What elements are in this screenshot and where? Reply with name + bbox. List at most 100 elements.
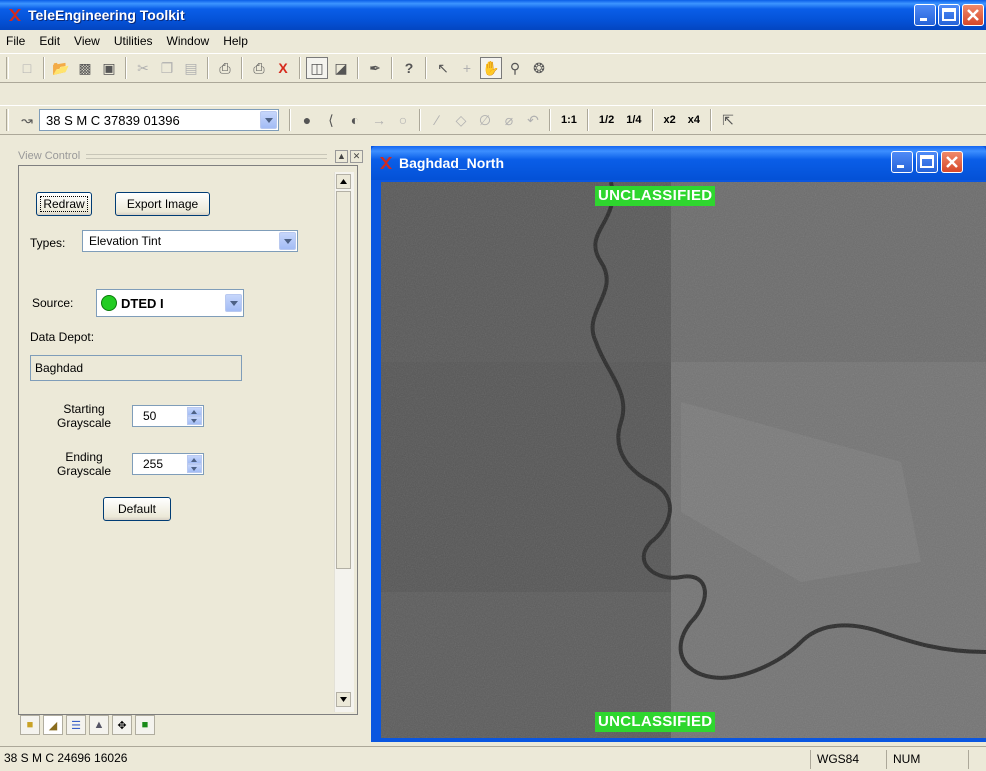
menu-bar: File Edit View Utilities Window Help	[0, 30, 986, 52]
classification-banner-bottom: UNCLASSIFIED	[595, 712, 716, 732]
scroll-down-icon[interactable]	[336, 692, 351, 707]
ending-grayscale-spinner[interactable]: 255	[132, 453, 204, 475]
scale-quarter-button[interactable]: 1/4	[626, 114, 641, 126]
toolbar-grip[interactable]	[6, 57, 9, 79]
scale-1-1-button[interactable]: 1:1	[561, 114, 577, 126]
print-icon[interactable]: ⎙	[214, 57, 236, 79]
image-window-icon[interactable]: ◪	[330, 57, 352, 79]
panel-tab-strip: ■ ◢ ☰ ▲ ✥ ■	[20, 714, 350, 736]
minimize-button[interactable]	[914, 4, 936, 26]
save-all-icon[interactable]: ▣	[98, 57, 120, 79]
goto-coordinate-icon[interactable]: ↝	[16, 109, 38, 131]
green-square-tab-icon[interactable]: ■	[135, 715, 155, 735]
view-control-toggle-icon[interactable]: ◫	[306, 57, 328, 79]
tet-tool-icon[interactable]: X	[272, 57, 294, 79]
status-bar: 38 S M C 24696 16026 WGS84 NUM	[0, 746, 986, 771]
map-window-title: Baghdad_North	[399, 155, 504, 171]
undo-icon[interactable]: ↶	[522, 109, 544, 131]
maximize-button[interactable]	[938, 4, 960, 26]
view-control-title: View Control	[18, 150, 81, 162]
open-folder-icon[interactable]: 📂	[50, 57, 72, 79]
point-icon[interactable]: ●	[296, 109, 318, 131]
pointer-icon[interactable]: ↖	[432, 57, 454, 79]
chevron-down-icon[interactable]	[260, 111, 277, 129]
app-title: TeleEngineering Toolkit	[28, 7, 185, 23]
map-maximize-button[interactable]	[916, 151, 938, 173]
zoom-magnifier-icon[interactable]: ⚲	[504, 57, 526, 79]
layer-tab-icon[interactable]: ◢	[43, 715, 63, 735]
scale-x4-button[interactable]: x4	[688, 114, 700, 126]
spin-down-icon[interactable]	[187, 416, 202, 425]
draw-line-icon[interactable]: ∕	[426, 109, 448, 131]
menu-help[interactable]: Help	[223, 34, 248, 48]
draw-shape-icon[interactable]: ◇	[450, 109, 472, 131]
print-preview-icon[interactable]: ⎙	[248, 57, 270, 79]
chevron-down-icon[interactable]	[225, 294, 242, 312]
toolbar-grip[interactable]	[6, 109, 9, 131]
menu-utilities[interactable]: Utilities	[114, 34, 153, 48]
spin-down-icon[interactable]	[187, 464, 202, 473]
spin-up-icon[interactable]	[187, 407, 202, 416]
map-window-title-bar[interactable]: Baghdad_North	[371, 146, 986, 180]
menu-file[interactable]: File	[6, 34, 25, 48]
new-file-icon[interactable]: □	[16, 57, 38, 79]
coordinate-value: 38 S M C 37839 01396	[46, 112, 180, 128]
menu-view[interactable]: View	[74, 34, 100, 48]
save-icon[interactable]: ▩	[74, 57, 96, 79]
classification-banner-top: UNCLASSIFIED	[595, 186, 716, 206]
crosshair-icon[interactable]: +	[456, 57, 478, 79]
panel-close-icon[interactable]: ✕	[350, 149, 363, 163]
export-image-button[interactable]: Export Image	[115, 192, 210, 216]
scale-half-button[interactable]: 1/2	[599, 114, 614, 126]
folder-tab-icon[interactable]: ■	[20, 715, 40, 735]
terrain-imagery	[381, 182, 986, 738]
line-tool-icon[interactable]: →	[368, 109, 390, 131]
dock-toggle-icon[interactable]: ▲	[335, 149, 348, 163]
scroll-up-icon[interactable]	[336, 174, 351, 189]
starting-grayscale-spinner[interactable]: 50	[132, 405, 204, 427]
tet-logo-icon	[8, 8, 22, 22]
panel-scrollbar[interactable]	[334, 172, 354, 712]
copy-icon[interactable]: ❐	[156, 57, 178, 79]
app-title-bar: TeleEngineering Toolkit	[0, 0, 986, 30]
redraw-button[interactable]: Redraw	[36, 192, 92, 216]
status-coordinate: 38 S M C 24696 16026	[4, 751, 128, 765]
menu-edit[interactable]: Edit	[39, 34, 60, 48]
close-button[interactable]	[962, 4, 984, 26]
map-minimize-button[interactable]	[891, 151, 913, 173]
scale-x2-button[interactable]: x2	[664, 114, 676, 126]
starting-grayscale-label: Starting Grayscale	[56, 402, 112, 430]
scroll-thumb[interactable]	[336, 191, 351, 569]
no-symbol-icon[interactable]: ∅	[474, 109, 496, 131]
default-button[interactable]: Default	[103, 497, 171, 521]
chevron-down-icon[interactable]	[279, 232, 296, 250]
terrain-tab-icon[interactable]: ▲	[89, 715, 109, 735]
circle-tool-icon[interactable]: ○	[392, 109, 414, 131]
source-combobox[interactable]: DTED I	[96, 289, 244, 317]
resize-grip-icon[interactable]	[968, 750, 986, 769]
angle-icon[interactable]: ⟨	[320, 109, 342, 131]
list-tab-icon[interactable]: ☰	[66, 715, 86, 735]
spin-up-icon[interactable]	[187, 455, 202, 464]
paste-icon[interactable]: ▤	[180, 57, 202, 79]
help-icon[interactable]: ?	[398, 57, 420, 79]
cut-icon[interactable]: ✂	[132, 57, 154, 79]
standard-toolbar: □ 📂 ▩ ▣ ✂ ❐ ▤ ⎙ ⎙ X ◫ ◪ ✒ ? ↖ + ✋ ⚲ ❂	[0, 53, 986, 83]
menu-window[interactable]: Window	[167, 34, 210, 48]
pan-hand-icon[interactable]: ✋	[480, 57, 502, 79]
status-datum: WGS84	[810, 750, 882, 769]
grid-icon[interactable]: ⌀	[498, 109, 520, 131]
view-control-header: View Control ▲ ✕	[18, 147, 363, 165]
fit-extent-icon[interactable]: ⇱	[717, 109, 739, 131]
satellite-map-view[interactable]: UNCLASSIFIED UNCLASSIFIED	[381, 182, 986, 738]
compass-icon[interactable]: ❂	[528, 57, 550, 79]
move-tab-icon[interactable]: ✥	[112, 715, 132, 735]
data-depot-field: Baghdad	[30, 355, 242, 381]
tet-logo-icon	[379, 156, 393, 170]
brush-icon[interactable]: ✒	[364, 57, 386, 79]
coordinate-combobox[interactable]: 38 S M C 37839 01396	[39, 109, 279, 131]
half-circle-icon[interactable]: ◐	[344, 109, 366, 131]
types-combobox[interactable]: Elevation Tint	[82, 230, 298, 252]
map-close-button[interactable]	[941, 151, 963, 173]
types-label: Types:	[30, 236, 66, 250]
